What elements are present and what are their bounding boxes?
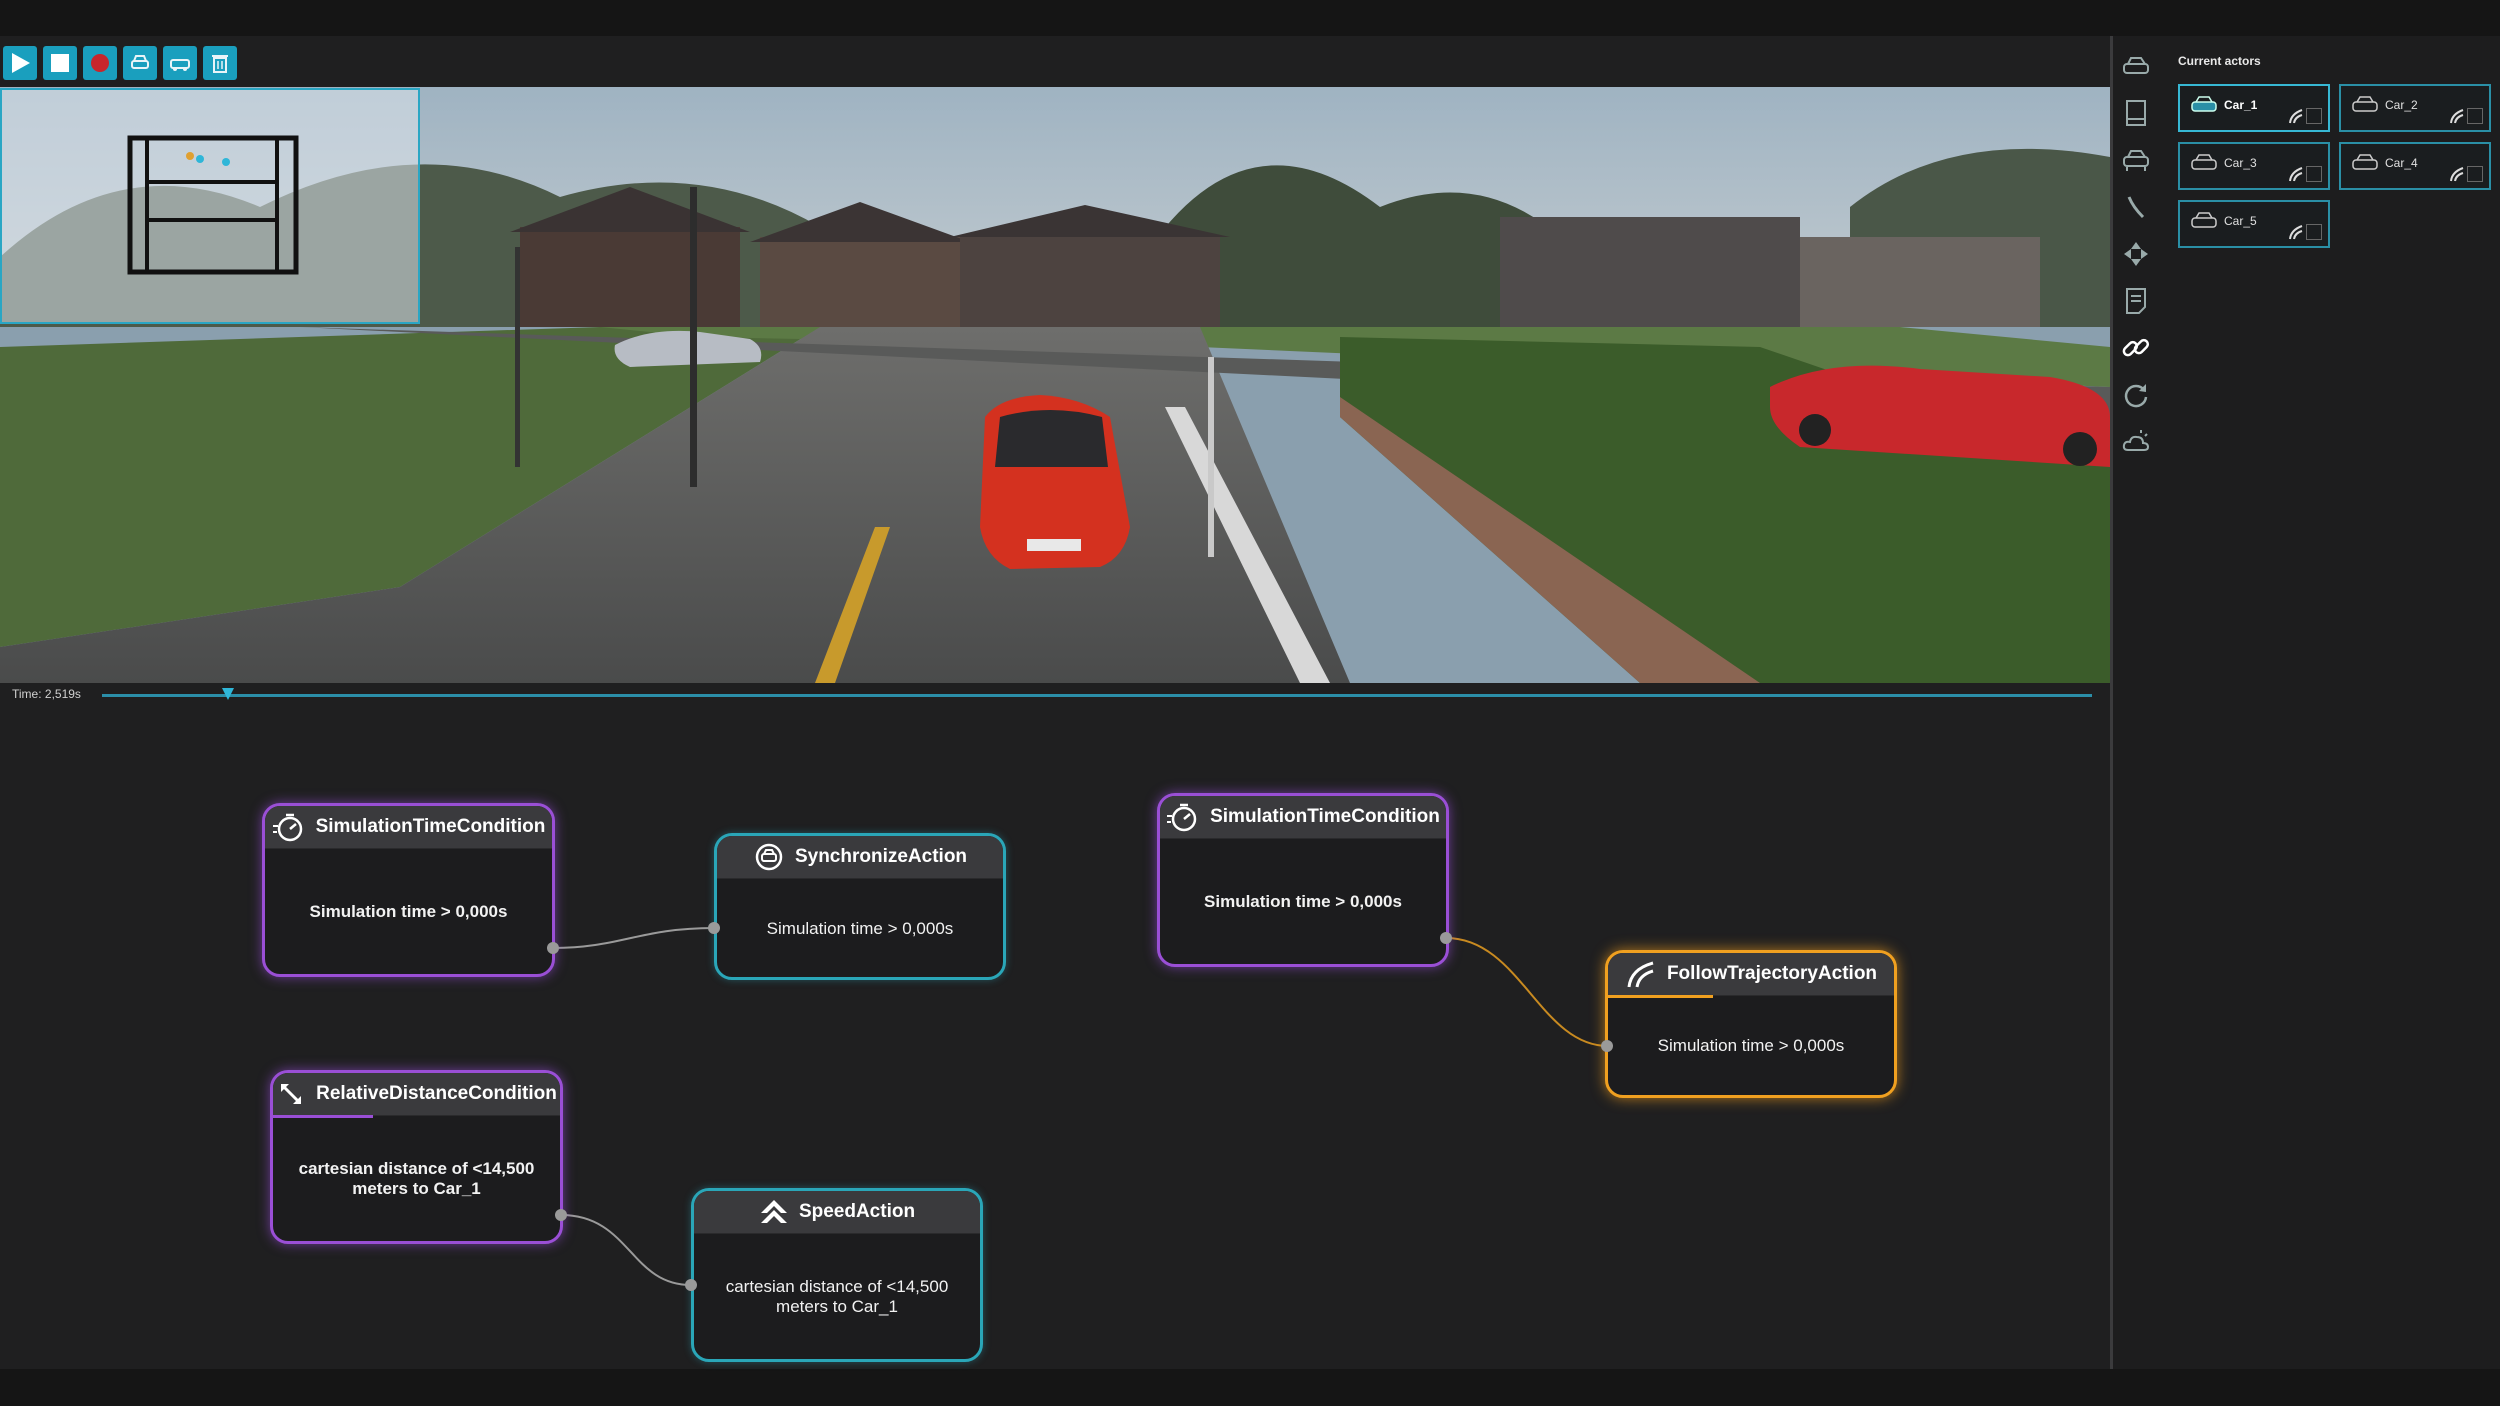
actor-name: Car_2 [2385, 98, 2418, 112]
trajectory-icon[interactable] [2288, 224, 2304, 240]
stopwatch-icon [272, 813, 302, 842]
node-title: RelativeDistanceCondition [316, 1083, 557, 1104]
car-button[interactable] [2120, 144, 2152, 175]
catalog-button[interactable] [2120, 97, 2152, 128]
trajectory-icon [1627, 961, 1654, 988]
node-body: Simulation time > 0,000s [1657, 1036, 1845, 1055]
car-icon [2191, 212, 2217, 228]
node-relative-distance-condition[interactable]: RelativeDistanceCondition cartesian dist… [270, 1070, 563, 1244]
node-title: FollowTrajectoryAction [1666, 963, 1878, 984]
weather-button[interactable] [2120, 426, 2152, 457]
node-header[interactable]: SimulationTimeCondition [265, 806, 552, 849]
node-header[interactable]: RelativeDistanceCondition [273, 1073, 560, 1116]
node-title: SynchronizeAction [794, 846, 968, 867]
actor-name: Car_4 [2385, 156, 2418, 170]
node-header[interactable]: FollowTrajectoryAction [1608, 953, 1894, 996]
distance-icon [281, 1084, 302, 1104]
actor-card-car-2[interactable]: Car_2 [2339, 84, 2491, 132]
actor-card-car-3[interactable]: Car_3 [2178, 142, 2330, 190]
sync-car-icon [755, 843, 783, 871]
node-speed-action[interactable]: SpeedAction cartesian distance of <14,50… [691, 1188, 983, 1362]
node-header[interactable]: SynchronizeAction [717, 836, 1003, 879]
input-port[interactable] [685, 1279, 697, 1291]
book-icon [2126, 99, 2146, 126]
side-toolbar [2120, 50, 2152, 457]
move-icon [2124, 241, 2148, 266]
node-simulation-time-condition-1[interactable]: SimulationTimeCondition Simulation time … [262, 803, 555, 977]
node-header[interactable]: SimulationTimeCondition [1160, 796, 1446, 839]
weather-icon [2122, 429, 2150, 451]
car-icon [2352, 154, 2378, 170]
actor-checkbox[interactable] [2306, 166, 2322, 182]
vehicle-button[interactable] [2120, 50, 2152, 81]
route-button[interactable] [2120, 191, 2152, 222]
trajectory-icon[interactable] [2288, 166, 2304, 182]
node-title: SimulationTimeCondition [1210, 806, 1440, 827]
bottom-bar [0, 1369, 2500, 1406]
input-port[interactable] [708, 922, 720, 934]
actors-title: Current actors [2178, 54, 2261, 68]
output-port[interactable] [555, 1209, 567, 1221]
node-follow-trajectory-action[interactable]: FollowTrajectoryAction Simulation time >… [1605, 950, 1897, 1098]
car-icon [2123, 149, 2149, 171]
node-body: Simulation time > 0,000s [766, 919, 954, 938]
node-synchronize-action[interactable]: SynchronizeAction Simulation time > 0,00… [714, 833, 1006, 980]
node-progress-bar [273, 1115, 373, 1118]
actor-checkbox[interactable] [2467, 166, 2483, 182]
vehicle-icon [2123, 56, 2149, 74]
actor-name: Car_3 [2224, 156, 2257, 170]
actor-name: Car_5 [2224, 214, 2257, 228]
node-body: cartesian distance of <14,500 meters to … [725, 1277, 949, 1316]
trajectory-icon[interactable] [2288, 108, 2304, 124]
link-button[interactable] [2120, 332, 2152, 363]
trajectory-icon[interactable] [2449, 166, 2465, 182]
actor-checkbox[interactable] [2467, 108, 2483, 124]
actor-card-car-1[interactable]: Car_1 [2178, 84, 2330, 132]
node-header[interactable]: SpeedAction [694, 1191, 980, 1234]
notes-icon [2126, 287, 2146, 314]
actor-checkbox[interactable] [2306, 108, 2322, 124]
trajectory-icon[interactable] [2449, 108, 2465, 124]
refresh-icon [2124, 383, 2148, 407]
link-icon [2122, 338, 2150, 356]
stopwatch-icon [1167, 803, 1197, 832]
actor-card-car-5[interactable]: Car_5 [2178, 200, 2330, 248]
actor-checkbox[interactable] [2306, 224, 2322, 240]
route-icon [2127, 195, 2145, 218]
move-button[interactable] [2120, 238, 2152, 269]
input-port[interactable] [1601, 1040, 1613, 1052]
speed-icon [760, 1200, 787, 1223]
node-progress-bar [1608, 995, 1713, 998]
output-port[interactable] [1440, 932, 1452, 944]
car-icon [2191, 154, 2217, 170]
node-body: Simulation time > 0,000s [309, 902, 508, 921]
notes-button[interactable] [2120, 285, 2152, 316]
node-title: SimulationTimeCondition [315, 816, 546, 837]
node-title: SpeedAction [798, 1201, 916, 1222]
refresh-button[interactable] [2120, 379, 2152, 410]
node-simulation-time-condition-2[interactable]: SimulationTimeCondition Simulation time … [1157, 793, 1449, 967]
node-body: Simulation time > 0,000s [1204, 892, 1402, 911]
actor-name: Car_1 [2224, 98, 2258, 112]
car-icon [2191, 96, 2217, 112]
car-icon [2352, 96, 2378, 112]
actor-card-car-4[interactable]: Car_4 [2339, 142, 2491, 190]
node-body: cartesian distance of <14,500 meters to … [298, 1159, 535, 1198]
output-port[interactable] [547, 942, 559, 954]
